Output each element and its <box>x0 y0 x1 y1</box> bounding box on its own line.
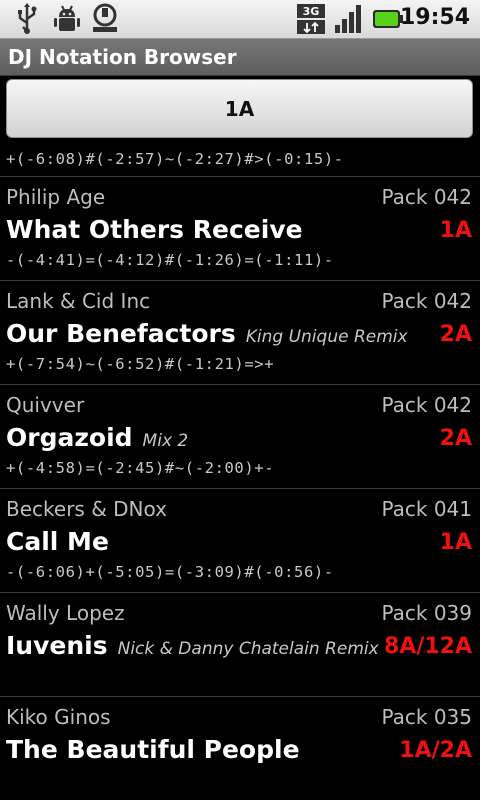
track-artist: Philip Age <box>6 185 106 209</box>
track-title: Our Benefactors <box>6 319 236 348</box>
track-notation: -(-6:06)+(-5:05)=(-3:09)#(-0:56)- <box>6 563 334 581</box>
app-title-bar: DJ Notation Browser <box>0 39 480 76</box>
track-artist: Wally Lopez <box>6 601 125 625</box>
track-notation: +(-4:58)=(-2:45)#~(-2:00)+- <box>6 459 275 477</box>
track-artist: Lank & Cid Inc <box>6 289 151 313</box>
track-key: 8A/12A <box>383 634 472 659</box>
track-pack: Pack 042 <box>381 289 472 313</box>
track-artist: Kiko Ginos <box>6 705 111 729</box>
track-key: 2A <box>439 322 472 347</box>
track-remix: Mix 2 <box>142 431 189 451</box>
3g-icon: 3G <box>297 4 325 34</box>
track-remix: King Unique Remix <box>245 327 408 347</box>
track-artist: Quivver <box>6 393 85 417</box>
track-item[interactable]: Philip Age Pack 042 What Others Receive … <box>0 176 480 280</box>
track-title: Iuvenis <box>6 631 108 660</box>
sd-card-icon <box>93 3 117 32</box>
track-title: The Beautiful People <box>6 735 300 764</box>
track-key: 2A <box>439 426 472 451</box>
track-key: 1A/2A <box>399 738 472 763</box>
track-item[interactable]: Quivver Pack 042 Orgazoid Mix 2 2A +(-4:5… <box>0 384 480 488</box>
track-title: Orgazoid <box>6 423 133 452</box>
track-pack: Pack 039 <box>381 601 472 625</box>
status-bar: 3G 19:54 <box>0 0 480 39</box>
usb-icon <box>18 3 37 34</box>
status-time: 19:54 <box>399 5 470 30</box>
track-key: 1A <box>439 218 472 243</box>
svg-text:3G: 3G <box>303 5 320 18</box>
track-item[interactable]: Beckers & DNox Pack 041 Call Me 1A -(-6:… <box>0 488 480 592</box>
track-notation: +(-7:54)~(-6:52)#(-1:21)=>+ <box>6 355 275 373</box>
track-pack: Pack 042 <box>381 393 472 417</box>
track-notation: -(-4:41)=(-4:12)#(-1:26)=(-1:11)- <box>6 251 334 269</box>
track-item[interactable]: Lank & Cid Inc Pack 042 Our Benefactors K… <box>0 280 480 384</box>
track-item[interactable]: Wally Lopez Pack 039 Iuvenis Nick & Danny… <box>0 592 480 696</box>
track-title: Call Me <box>6 527 109 556</box>
track-artist: Beckers & DNox <box>6 497 167 521</box>
debug-icon <box>54 5 80 31</box>
track-item[interactable]: Kiko Ginos Pack 035 The Beautiful People… <box>0 696 480 800</box>
track-pack: Pack 041 <box>381 497 472 521</box>
signal-icon <box>335 5 361 33</box>
track-remix: Nick & Danny Chatelain Remix <box>117 639 379 659</box>
track-key: 1A <box>439 530 472 555</box>
track-pack: Pack 035 <box>381 705 472 729</box>
notation-line: +(-6:08)#(-2:57)~(-2:27)#>(-0:15)- <box>6 150 344 168</box>
track-pack: Pack 042 <box>381 185 472 209</box>
track-title: What Others Receive <box>6 215 303 244</box>
key-select-button[interactable]: 1A <box>6 79 473 138</box>
app-title: DJ Notation Browser <box>8 45 237 69</box>
track-list[interactable]: Philip Age Pack 042 What Others Receive … <box>0 176 480 800</box>
